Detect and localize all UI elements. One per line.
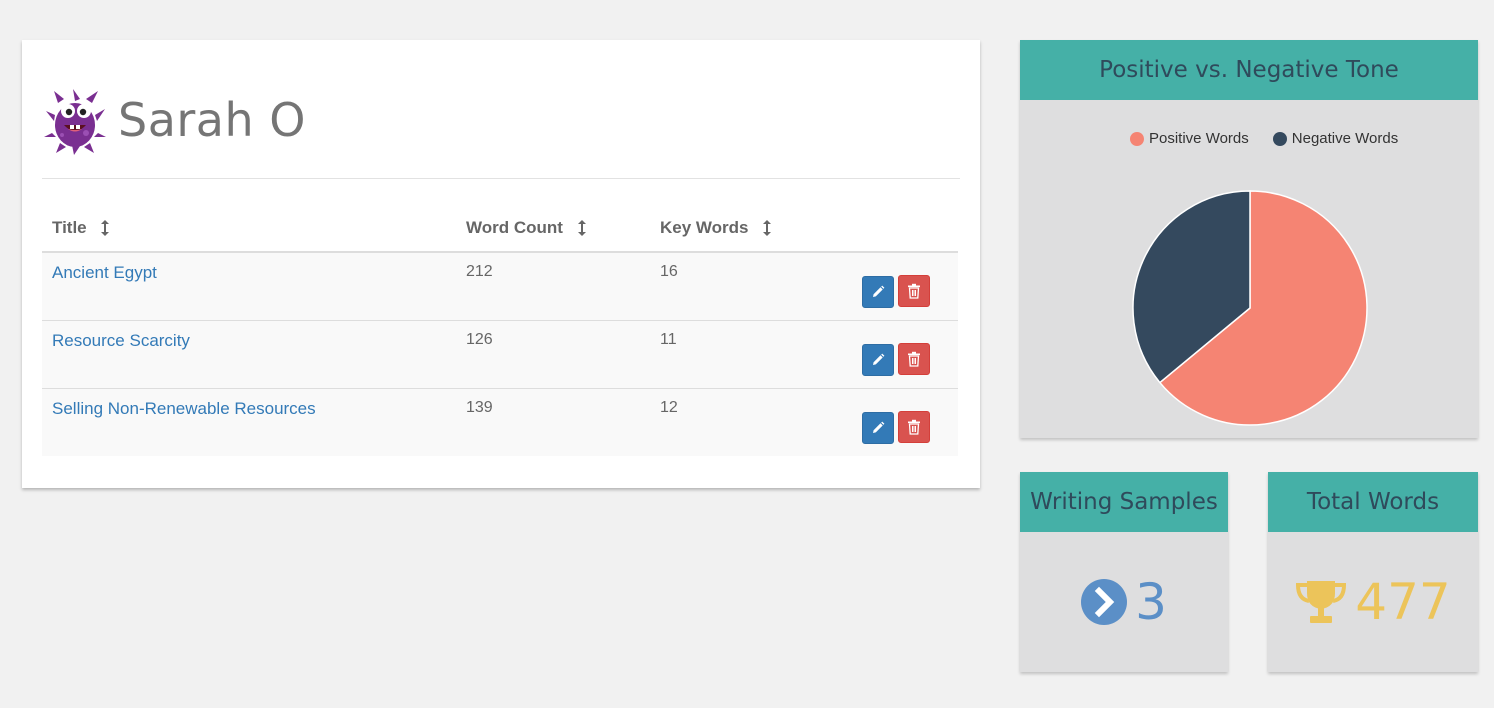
chart-legend: Positive Words Negative Words xyxy=(1130,130,1422,147)
sample-title-link[interactable]: Ancient Egypt xyxy=(52,263,157,282)
tone-panel: Positive vs. Negative Tone Positive Word… xyxy=(1020,40,1478,438)
word-count-cell: 139 xyxy=(456,388,650,456)
writing-samples-count: 3 xyxy=(1135,573,1167,631)
column-header-word-count-label: Word Count xyxy=(466,217,563,237)
writing-samples-panel: Writing Samples 3 xyxy=(1020,472,1228,672)
table-row: Selling Non-Renewable Resources 139 12 xyxy=(42,388,958,456)
sample-title-link[interactable]: Resource Scarcity xyxy=(52,331,190,350)
column-header-key-words[interactable]: Key Words xyxy=(650,204,830,253)
trash-icon xyxy=(908,283,920,299)
sort-icon[interactable] xyxy=(577,220,586,237)
column-header-actions xyxy=(830,204,958,253)
column-header-key-words-label: Key Words xyxy=(660,217,749,237)
sample-title-link[interactable]: Selling Non-Renewable Resources xyxy=(52,399,316,418)
legend-item-positive[interactable]: Positive Words xyxy=(1130,130,1249,147)
trophy-icon xyxy=(1296,581,1347,623)
key-words-cell: 16 xyxy=(650,252,830,321)
trash-icon xyxy=(908,351,920,367)
profile-name: Sarah O xyxy=(118,93,306,147)
chevron-circle-right-icon xyxy=(1081,579,1128,625)
delete-button[interactable] xyxy=(898,410,930,443)
writing-samples-body: 3 xyxy=(1020,532,1228,672)
total-words-count: 477 xyxy=(1355,573,1451,631)
sort-icon[interactable] xyxy=(101,220,110,237)
column-header-title[interactable]: Title xyxy=(42,204,456,253)
legend-label-positive: Positive Words xyxy=(1149,130,1249,147)
writing-samples-title: Writing Samples xyxy=(1020,472,1228,532)
legend-swatch-negative xyxy=(1272,131,1287,146)
edit-button[interactable] xyxy=(862,276,894,308)
legend-item-negative[interactable]: Negative Words xyxy=(1272,130,1399,147)
monster-avatar-icon xyxy=(44,89,106,155)
table-row: Resource Scarcity 126 11 xyxy=(42,320,958,389)
writing-samples-card: Sarah O Title Word Count Key Words Ancie… xyxy=(22,40,980,488)
table-row: Ancient Egypt 212 16 xyxy=(42,252,958,321)
legend-swatch-positive xyxy=(1130,131,1144,146)
pencil-icon xyxy=(873,285,885,297)
total-words-panel: Total Words 477 xyxy=(1268,472,1478,672)
tone-pie-chart xyxy=(1132,190,1368,426)
delete-button[interactable] xyxy=(898,342,930,375)
edit-button[interactable] xyxy=(862,343,894,376)
column-header-word-count[interactable]: Word Count xyxy=(456,204,650,253)
total-words-body: 477 xyxy=(1268,532,1478,672)
tone-panel-title: Positive vs. Negative Tone xyxy=(1020,40,1478,100)
table-header-row: Title Word Count Key Words xyxy=(42,204,958,253)
header-divider xyxy=(42,178,960,179)
trash-icon xyxy=(908,419,920,435)
delete-button[interactable] xyxy=(898,275,930,307)
total-words-title: Total Words xyxy=(1268,472,1478,532)
key-words-cell: 12 xyxy=(650,388,830,456)
pencil-icon xyxy=(873,353,885,365)
word-count-cell: 126 xyxy=(456,320,650,389)
profile-header: Sarah O xyxy=(42,84,306,156)
word-count-cell: 212 xyxy=(456,252,650,321)
legend-label-negative: Negative Words xyxy=(1291,130,1399,147)
sort-icon[interactable] xyxy=(763,220,772,237)
column-header-title-label: Title xyxy=(52,217,87,237)
edit-button[interactable] xyxy=(862,411,894,444)
samples-table: Title Word Count Key Words Ancient Egypt… xyxy=(42,204,958,456)
pencil-icon xyxy=(873,421,885,433)
key-words-cell: 11 xyxy=(650,320,830,389)
